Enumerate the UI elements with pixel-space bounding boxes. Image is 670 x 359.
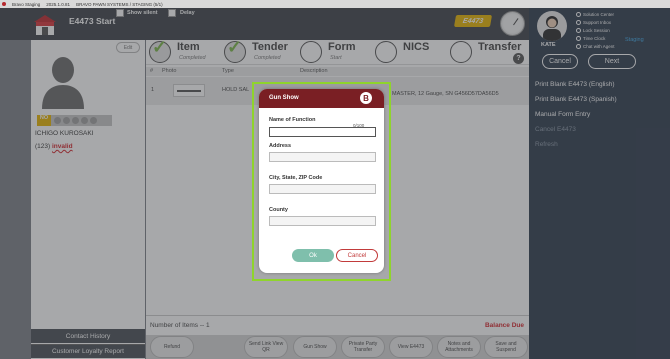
gun-show-dialog: Gun Show B Name of Function 0/100 Addres… <box>259 89 384 273</box>
city-state-zip-label: City, State, ZIP Code <box>269 175 323 181</box>
address-input[interactable] <box>269 152 376 162</box>
county-input[interactable] <box>269 216 376 226</box>
name-of-function-label: Name of Function <box>269 117 316 123</box>
county-label: County <box>269 207 288 213</box>
app-version: 2025.1.0.81 <box>46 1 71 7</box>
dialog-title: Gun Show <box>269 95 299 101</box>
window-titlebar: Bravo Staging 2025.1.0.81 BRAVO PAWN SYS… <box>0 0 670 8</box>
system-name: BRAVO PAWN SYSTEMS / STAGING (5/1) <box>76 1 163 7</box>
name-of-function-input[interactable] <box>269 127 376 137</box>
brand-logo-icon: B <box>360 92 372 104</box>
dialog-cancel-button[interactable]: Cancel <box>336 249 378 262</box>
dialog-header: Gun Show B <box>259 89 384 108</box>
app-icon <box>2 2 6 6</box>
app-name: Bravo Staging <box>12 1 41 7</box>
city-state-zip-input[interactable] <box>269 184 376 194</box>
address-label: Address <box>269 143 292 149</box>
ok-button[interactable]: Ok <box>292 249 334 262</box>
